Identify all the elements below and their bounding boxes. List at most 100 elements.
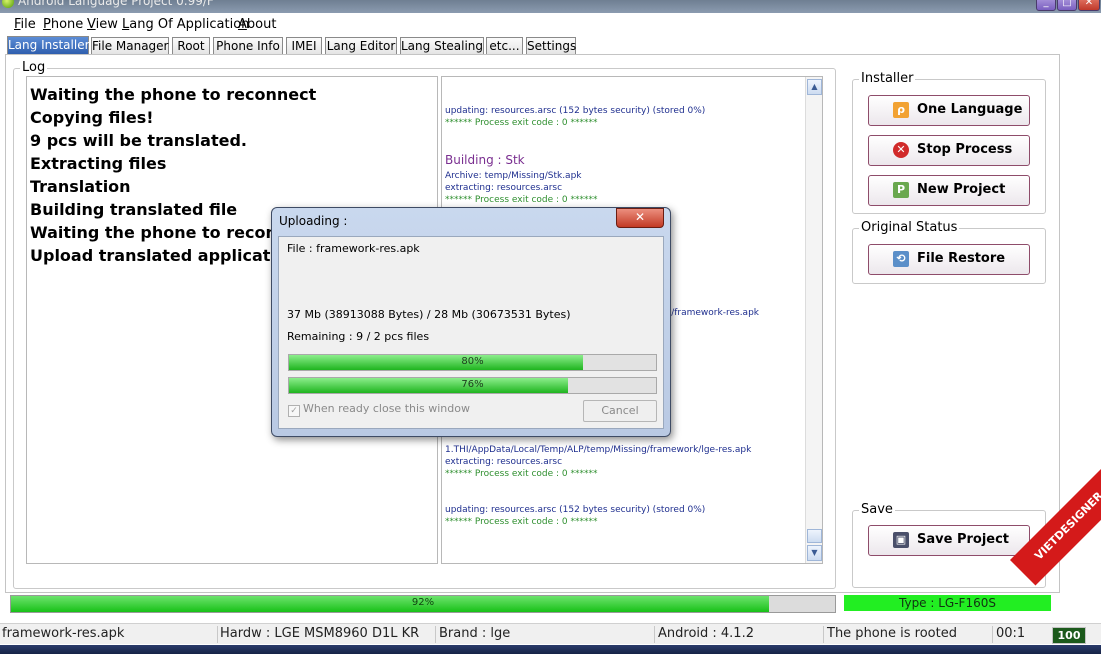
folder-icon: ρ [893,102,909,118]
file-restore-button[interactable]: ⟲ File Restore [868,244,1030,275]
upload-size: 37 Mb (38913088 Bytes) / 28 Mb (30673531… [287,308,571,321]
log-line: Translation [30,177,131,196]
save-project-label: Save Project [917,532,1010,547]
log-line: Extracting files [30,154,167,173]
log-group-label: Log [20,60,48,75]
tab-root[interactable]: Root [172,37,210,54]
tab-settings[interactable]: Settings [526,37,576,54]
stop-icon: ✕ [893,142,909,158]
installer-group: Installer ρ One Language ✕ Stop Process … [852,71,1046,214]
ready-close-checkbox: ✓ When ready close this window [288,402,470,417]
tab-lang-stealing[interactable]: Lang Stealing [400,37,484,54]
overall-progress-bar: 92% [10,595,836,613]
menu-lang-of-application[interactable]: Lang Of Application [122,17,249,32]
stop-process-label: Stop Process [917,142,1013,157]
menu-about[interactable]: About [238,17,276,32]
menu-phone[interactable]: Phone [43,17,83,32]
app-icon [2,0,14,8]
log-detail-line: updating: resources.arsc (152 bytes secu… [445,106,706,116]
file-restore-label: File Restore [917,251,1006,266]
tray-badge: 100 [1052,627,1086,644]
new-project-button[interactable]: P New Project [868,175,1030,206]
checkmark-icon: ✓ [288,405,300,417]
new-project-label: New Project [917,182,1006,197]
log-detail-line: updating: resources.arsc (152 bytes secu… [445,505,706,515]
title-bar: Android Language Project 0.99/F _ □ ✕ [0,0,1101,13]
menu-about-accel: A [238,17,247,32]
log-detail-line: 1.THI/AppData/Local/Temp/ALP/temp/Missin… [445,445,752,455]
original-status-label: Original Status [859,220,960,235]
uploading-dialog: Uploading : ✕ File : framework-res.apk 3… [271,207,671,437]
log-line: Building translated file [30,200,238,219]
scroll-down-arrow-icon[interactable]: ▼ [807,545,822,561]
taskbar-strip [0,645,1101,654]
menu-bar: File Phone View Lang Of Application Abou… [0,15,1101,33]
upload-progress-label-1: 80% [461,356,484,367]
ready-close-label: When ready close this window [303,402,470,415]
scroll-up-arrow-icon[interactable]: ▲ [807,79,822,95]
log-detail-line: ****** Process exit code : 0 ****** [445,118,598,128]
tab-file-manager[interactable]: File Manager [91,37,169,54]
log-scrollbar[interactable]: ▲ ▼ [805,77,822,563]
log-detail-line: ****** Process exit code : 0 ****** [445,517,598,527]
cancel-button[interactable]: Cancel [583,400,657,422]
minimize-button[interactable]: _ [1036,0,1056,11]
menu-view-accel: V [87,17,96,32]
upload-file-name: File : framework-res.apk [287,242,420,255]
overall-progress-label: 92% [411,597,435,608]
save-group-label: Save [859,502,895,517]
device-type-label: Type : LG-F160S [844,595,1051,611]
close-window-button[interactable]: ✕ [1078,0,1100,11]
tab-imei[interactable]: IMEI [286,37,322,54]
log-line: Copying files! [30,108,154,127]
log-detail-line: ****** Process exit code : 0 ****** [445,195,598,205]
status-rooted: The phone is rooted [825,626,993,643]
log-detail-line: Archive: temp/Missing/Stk.apk [445,171,582,181]
floppy-icon: ▣ [893,532,909,548]
dialog-title: Uploading : [279,214,348,228]
stop-process-button[interactable]: ✕ Stop Process [868,135,1030,166]
tab-lang-installer[interactable]: Lang Installer [7,36,90,54]
tab-etc[interactable]: etc... [486,37,523,54]
menu-file[interactable]: File [14,17,36,32]
menu-file-label: ile [20,17,36,32]
window-title: Android Language Project 0.99/F [18,0,214,8]
maximize-button[interactable]: □ [1057,0,1077,11]
status-android: Android : 4.1.2 [656,626,824,643]
save-project-button[interactable]: ▣ Save Project [868,525,1030,556]
menu-about-label: bout [246,17,277,32]
menu-view-label: iew [95,17,118,32]
original-status-group: Original Status ⟲ File Restore [852,220,1046,284]
status-bar: framework-res.apk Hardw : LGE MSM8960 D1… [0,623,1101,644]
menu-phone-label: hone [50,17,84,32]
installer-group-label: Installer [859,71,916,86]
tab-phone-info[interactable]: Phone Info [213,37,283,54]
log-line: Waiting the phone to reconnect [30,85,317,104]
log-detail-heading: Building : Stk [445,153,525,167]
log-detail-line: ****** Process exit code : 0 ****** [445,469,598,479]
log-detail-line: k/framework-res.apk [666,308,759,318]
log-line: 9 pcs will be translated. [30,131,247,150]
menu-phone-accel: P [43,17,51,32]
dialog-close-button[interactable]: ✕ [616,208,664,228]
save-group: Save ▣ Save Project [852,502,1046,588]
status-brand: Brand : lge [437,626,655,643]
scroll-thumb[interactable] [807,529,822,543]
log-line: Upload translated application [30,246,299,265]
upload-progress-label-2: 76% [461,379,484,390]
menu-view[interactable]: View [87,17,118,32]
status-hardware: Hardw : LGE MSM8960 D1L KR [218,626,436,643]
log-detail-line: extracting: resources.arsc [445,457,563,467]
one-language-label: One Language [917,102,1023,117]
tab-lang-editor[interactable]: Lang Editor [325,37,397,54]
menu-lang-label: ang Of Application [129,17,250,32]
restore-icon: ⟲ [893,251,909,267]
status-time: 00:1 [996,626,1026,641]
upload-progress-bar-1: 80% [288,354,657,371]
upload-remaining: Remaining : 9 / 2 pcs files [287,330,430,343]
one-language-button[interactable]: ρ One Language [868,95,1030,126]
upload-progress-bar-2: 76% [288,377,657,394]
new-project-icon: P [893,182,909,198]
log-detail-line: extracting: resources.arsc [445,183,563,193]
dialog-body: File : framework-res.apk 37 Mb (38913088… [278,236,664,429]
